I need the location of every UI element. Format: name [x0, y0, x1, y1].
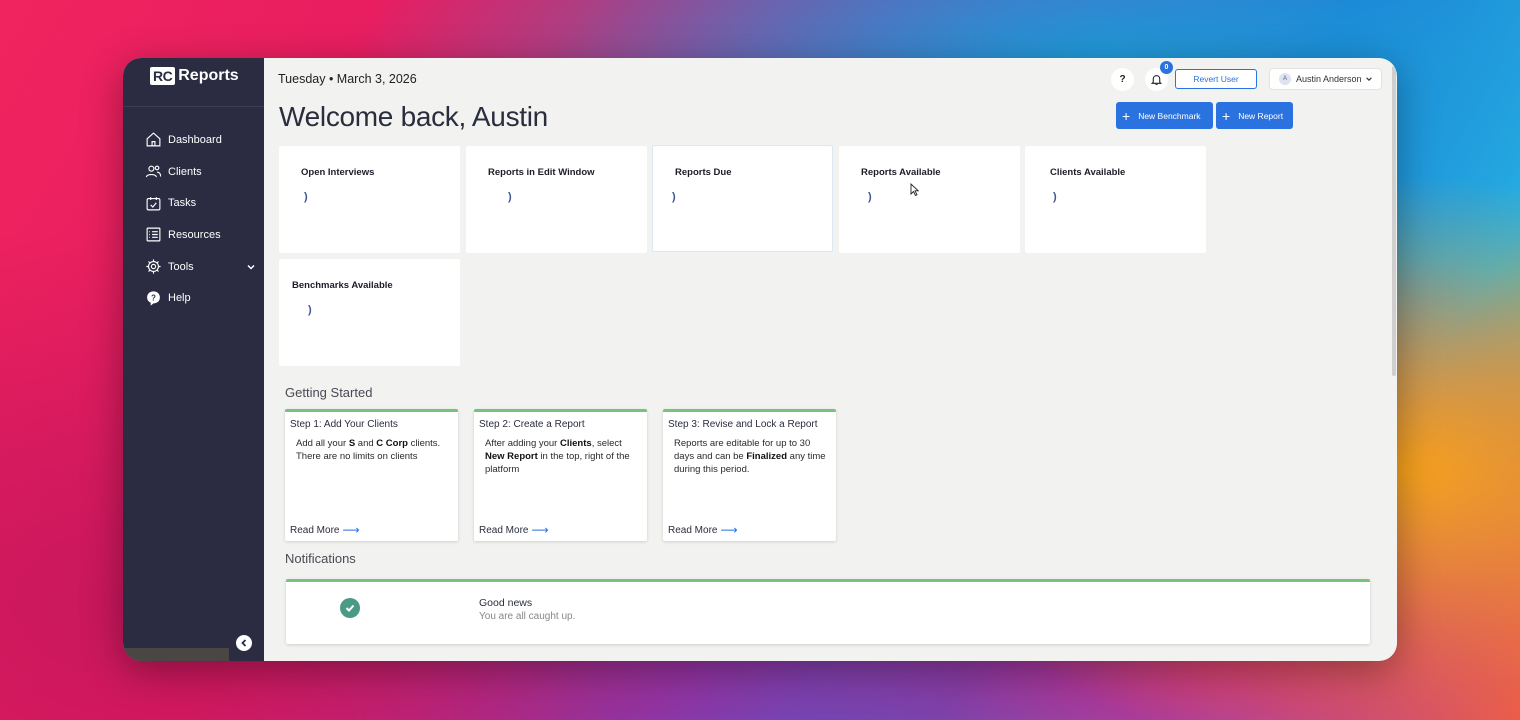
sidebar-item-tools[interactable]: Tools — [145, 251, 260, 283]
stat-card-benchmarks-available[interactable]: Benchmarks Available ) — [279, 259, 460, 366]
sidebar-item-resources[interactable]: Resources — [145, 219, 260, 251]
stat-card-reports-due[interactable]: Reports Due ) — [652, 145, 833, 252]
sidebar: RC Reports Dashboard Clients Tasks Resou… — [123, 58, 264, 661]
read-more-link[interactable]: Read More ⟶ — [479, 523, 549, 537]
sidebar-item-label: Tasks — [168, 197, 197, 210]
chevron-left-icon — [241, 639, 247, 647]
getting-started-heading: Getting Started — [285, 385, 373, 400]
stat-card-title: Reports Due — [675, 167, 732, 178]
loading-spinner: ) — [308, 304, 312, 316]
sidebar-item-label: Clients — [168, 165, 202, 178]
read-more-link[interactable]: Read More ⟶ — [668, 523, 738, 537]
read-more-link[interactable]: Read More ⟶ — [290, 523, 360, 537]
new-benchmark-button[interactable]: + New Benchmark — [1116, 102, 1213, 129]
collapse-sidebar-button[interactable] — [236, 635, 252, 651]
notification-subtitle: You are all caught up. — [479, 611, 576, 622]
step-card: Step 2: Create a Report After adding you… — [474, 409, 647, 541]
help-bubble-icon: ? — [147, 291, 160, 306]
app-window: RC Reports Dashboard Clients Tasks Resou… — [123, 58, 1397, 661]
mouse-cursor-icon — [910, 183, 919, 196]
logo-mark: RC — [150, 67, 176, 85]
step-title: Step 1: Add Your Clients — [290, 419, 398, 430]
plus-icon: + — [1122, 107, 1131, 124]
stat-card-title: Open Interviews — [301, 167, 375, 178]
sidebar-nav: Dashboard Clients Tasks Resources Tools … — [145, 124, 260, 314]
sidebar-divider — [123, 106, 264, 107]
stat-card-reports-in-edit-window[interactable]: Reports in Edit Window ) — [466, 146, 647, 253]
stat-card-title: Clients Available — [1050, 167, 1126, 178]
step-card: Step 3: Revise and Lock a Report Reports… — [663, 409, 836, 541]
bell-icon — [1150, 75, 1163, 85]
stat-card-open-interviews[interactable]: Open Interviews ) — [279, 146, 460, 253]
loading-spinner: ) — [672, 191, 676, 203]
sidebar-item-dashboard[interactable]: Dashboard — [145, 124, 260, 156]
stat-card-reports-available[interactable]: Reports Available ) — [839, 146, 1020, 253]
loading-spinner: ) — [1053, 191, 1057, 203]
main-content: Tuesday • March 3, 2026 Welcome back, Au… — [264, 58, 1397, 661]
sidebar-item-clients[interactable]: Clients — [145, 156, 260, 188]
page-title: Welcome back, Austin — [279, 101, 548, 132]
stat-card-title: Reports Available — [861, 167, 941, 178]
plus-icon: + — [1222, 107, 1231, 124]
help-button[interactable]: ? — [1111, 68, 1134, 91]
scrollbar[interactable] — [1392, 66, 1396, 376]
stat-card-clients-available[interactable]: Clients Available ) — [1025, 146, 1206, 253]
stat-card-title: Benchmarks Available — [292, 280, 393, 291]
gear-icon — [146, 259, 161, 274]
arrow-right-icon: ⟶ — [720, 523, 738, 537]
sidebar-item-label: Dashboard — [168, 133, 222, 146]
notification-item: Good news You are all caught up. — [286, 579, 1370, 644]
notifications-heading: Notifications — [285, 551, 356, 566]
sidebar-item-label: Resources — [168, 228, 221, 241]
users-icon — [145, 165, 162, 178]
new-benchmark-label: New Benchmark — [1138, 110, 1201, 121]
arrow-right-icon: ⟶ — [531, 523, 549, 537]
svg-text:?: ? — [151, 293, 156, 302]
chevron-down-icon[interactable] — [246, 262, 256, 272]
sidebar-footer — [123, 648, 229, 661]
logo-text: Reports — [178, 67, 239, 84]
notification-count-badge: 0 — [1160, 61, 1173, 74]
sidebar-item-label: Help — [168, 292, 191, 305]
sidebar-item-tasks[interactable]: Tasks — [145, 187, 260, 219]
step-description: Reports are editable for up to 30 days a… — [674, 438, 826, 475]
new-report-button[interactable]: + New Report — [1216, 102, 1293, 129]
notification-title: Good news — [479, 597, 533, 609]
step-title: Step 3: Revise and Lock a Report — [668, 419, 818, 430]
user-menu[interactable]: A Austin Anderson — [1269, 68, 1382, 90]
revert-user-button[interactable]: Revert User — [1175, 69, 1257, 89]
avatar: A — [1279, 73, 1291, 85]
home-icon — [146, 132, 161, 147]
user-name: Austin Anderson — [1296, 74, 1362, 84]
new-report-label: New Report — [1238, 110, 1284, 121]
step-description: Add all your S and C Corp clients. There… — [296, 438, 441, 462]
step-title: Step 2: Create a Report — [479, 419, 585, 430]
loading-spinner: ) — [508, 191, 512, 203]
step-description: After adding your Clients, select New Re… — [485, 438, 630, 475]
list-icon — [146, 227, 161, 242]
check-circle-icon — [340, 598, 360, 618]
chevron-down-icon — [1365, 77, 1372, 82]
calendar-check-icon — [146, 196, 161, 211]
arrow-right-icon: ⟶ — [342, 523, 360, 537]
sidebar-item-label: Tools — [168, 260, 194, 273]
sidebar-item-help[interactable]: ? Help — [145, 282, 260, 314]
stat-card-title: Reports in Edit Window — [488, 167, 595, 178]
step-card: Step 1: Add Your Clients Add all your S … — [285, 409, 458, 541]
loading-spinner: ) — [868, 191, 872, 203]
current-date: Tuesday • March 3, 2026 — [278, 72, 417, 86]
loading-spinner: ) — [304, 191, 308, 203]
logo[interactable]: RC Reports — [150, 67, 239, 85]
